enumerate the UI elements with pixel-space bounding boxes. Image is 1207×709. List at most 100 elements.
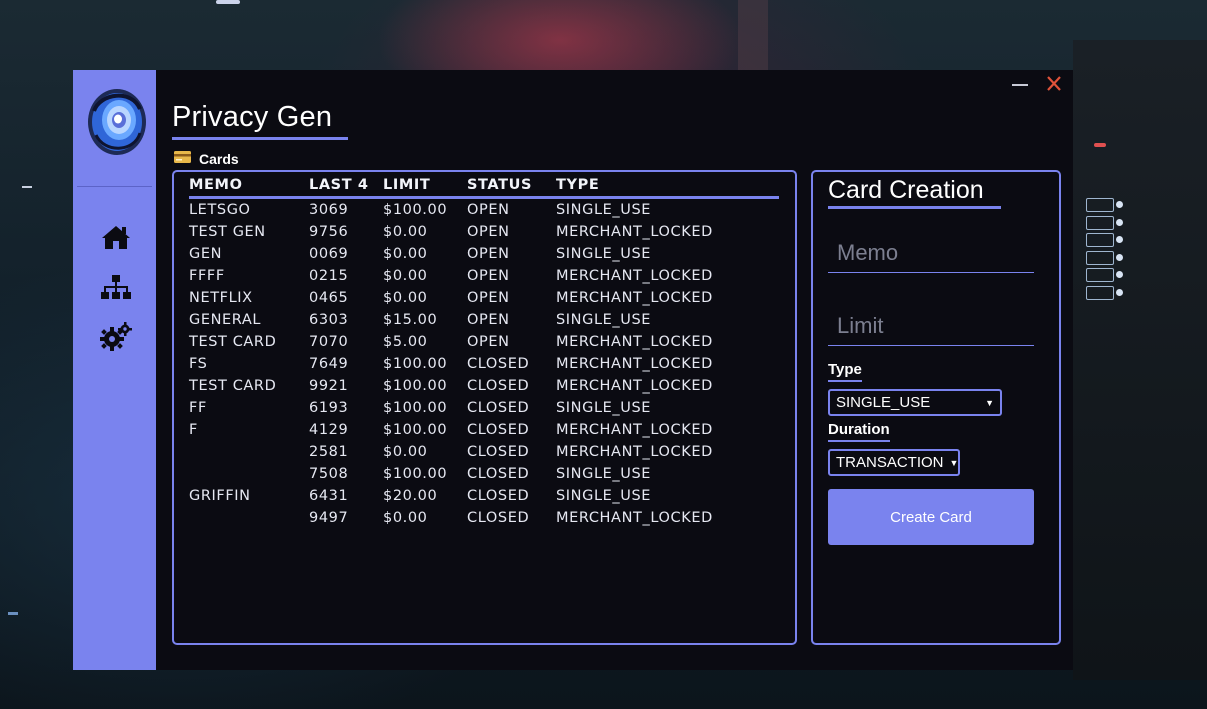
- table-row[interactable]: GRIFFIN 6431 $20.00 CLOSED SINGLE_USE: [189, 485, 779, 507]
- duration-select[interactable]: TRANSACTION ▼: [828, 449, 960, 476]
- cell-memo: NETFLIX: [189, 290, 253, 306]
- credit-card-icon: [174, 150, 191, 168]
- cell-type: MERCHANT_LOCKED: [556, 356, 713, 372]
- minimize-button[interactable]: [1011, 76, 1029, 92]
- cell-memo: TEST CARD: [189, 378, 277, 394]
- cell-status: OPEN: [467, 312, 510, 328]
- cell-last4: 7070: [309, 334, 349, 350]
- limit-input[interactable]: [828, 306, 1034, 346]
- cell-type: MERCHANT_LOCKED: [556, 334, 713, 350]
- nav-home[interactable]: [100, 224, 132, 254]
- cell-limit: $100.00: [383, 422, 448, 438]
- table-row[interactable]: TEST CARD 7070 $5.00 OPEN MERCHANT_LOCKED: [189, 331, 779, 353]
- nav-settings[interactable]: [100, 321, 132, 357]
- cell-type: MERCHANT_LOCKED: [556, 444, 713, 460]
- cell-type: MERCHANT_LOCKED: [556, 378, 713, 394]
- cell-status: CLOSED: [467, 422, 530, 438]
- table-row[interactable]: TEST CARD 9921 $100.00 CLOSED MERCHANT_LOCKE…: [189, 375, 779, 397]
- table-row[interactable]: FS 7649 $100.00 CLOSED MERCHANT_LOCKED: [189, 353, 779, 375]
- cell-last4: 3069: [309, 202, 349, 218]
- table-row[interactable]: GEN 0069 $0.00 OPEN SINGLE_USE: [189, 243, 779, 265]
- column-header-last4[interactable]: LAST 4: [309, 174, 383, 199]
- memo-input[interactable]: [828, 233, 1034, 273]
- column-header-status[interactable]: STATUS: [467, 174, 556, 199]
- minimize-icon: [1012, 84, 1028, 86]
- table-row[interactable]: 7508 $100.00 CLOSED SINGLE_USE: [189, 463, 779, 485]
- table-row[interactable]: 9497 $0.00 CLOSED MERCHANT_LOCKED: [189, 507, 779, 529]
- cell-memo: [189, 507, 309, 529]
- type-select-value: SINGLE_USE: [836, 394, 931, 411]
- cell-type: MERCHANT_LOCKED: [556, 268, 713, 284]
- table-row[interactable]: GENERAL 6303 $15.00 OPEN SINGLE_USE: [189, 309, 779, 331]
- cell-last4: 9921: [309, 378, 349, 394]
- cell-limit: $0.00: [383, 224, 428, 240]
- background-mark: [22, 186, 32, 188]
- cell-last4: 9756: [309, 224, 349, 240]
- duration-select-value: TRANSACTION: [836, 454, 944, 471]
- cell-last4: 2581: [309, 444, 349, 460]
- cell-status: OPEN: [467, 268, 510, 284]
- cell-memo: F: [189, 422, 198, 438]
- cell-last4: 0215: [309, 268, 349, 284]
- dropdown-arrow-icon: ▼: [949, 457, 959, 468]
- cell-limit: $100.00: [383, 356, 448, 372]
- column-header-limit[interactable]: LIMIT: [383, 174, 467, 199]
- cell-status: CLOSED: [467, 466, 530, 482]
- sitemap-icon: [100, 274, 132, 307]
- cell-type: MERCHANT_LOCKED: [556, 224, 713, 240]
- type-select[interactable]: SINGLE_USE ▼: [828, 389, 1002, 416]
- cell-memo: GEN: [189, 246, 223, 262]
- table-row[interactable]: F 4129 $100.00 CLOSED MERCHANT_LOCKED: [189, 419, 779, 441]
- app-logo: [86, 87, 148, 157]
- type-label: Type: [828, 361, 862, 382]
- cell-limit: $0.00: [383, 290, 428, 306]
- cell-status: CLOSED: [467, 356, 530, 372]
- cards-panel: MEMO LAST 4 LIMIT STATUS TYPE LETSGO 3069…: [172, 170, 797, 645]
- cards-table-body: LETSGO 3069 $100.00 OPEN SINGLE_USE TEST GEN 9…: [189, 198, 779, 530]
- cell-memo: FS: [189, 356, 208, 372]
- cell-limit: $5.00: [383, 334, 428, 350]
- cell-status: OPEN: [467, 202, 510, 218]
- cell-status: OPEN: [467, 334, 510, 350]
- title-underline: [172, 137, 348, 140]
- main-area: Privacy Gen Cards MEMO LAST 4 LIMIT STAT…: [156, 70, 1073, 670]
- cell-limit: $100.00: [383, 466, 448, 482]
- cell-last4: 6193: [309, 400, 349, 416]
- gears-icon: [100, 321, 132, 357]
- create-card-button[interactable]: Create Card: [828, 489, 1034, 545]
- dropdown-arrow-icon: ▼: [985, 397, 994, 408]
- table-row[interactable]: TEST GEN 9756 $0.00 OPEN MERCHANT_LOCKED: [189, 221, 779, 243]
- table-row[interactable]: LETSGO 3069 $100.00 OPEN SINGLE_USE: [189, 198, 779, 222]
- cell-last4: 0465: [309, 290, 349, 306]
- cell-memo: [189, 441, 309, 463]
- cell-last4: 4129: [309, 422, 349, 438]
- table-row[interactable]: NETFLIX 0465 $0.00 OPEN MERCHANT_LOCKED: [189, 287, 779, 309]
- cell-limit: $100.00: [383, 378, 448, 394]
- cell-last4: 6303: [309, 312, 349, 328]
- table-row[interactable]: FFFF 0215 $0.00 OPEN MERCHANT_LOCKED: [189, 265, 779, 287]
- cell-type: SINGLE_USE: [556, 400, 652, 416]
- cell-status: CLOSED: [467, 378, 530, 394]
- cell-status: CLOSED: [467, 510, 530, 526]
- app-window: Privacy Gen Cards MEMO LAST 4 LIMIT STAT…: [73, 70, 1073, 670]
- cell-memo: TEST CARD: [189, 334, 277, 350]
- close-icon: [1047, 76, 1061, 91]
- cell-type: SINGLE_USE: [556, 312, 652, 328]
- column-header-memo[interactable]: MEMO: [189, 174, 309, 199]
- table-header-row: MEMO LAST 4 LIMIT STATUS TYPE: [189, 174, 779, 199]
- table-row[interactable]: 2581 $0.00 CLOSED MERCHANT_LOCKED: [189, 441, 779, 463]
- cell-last4: 6431: [309, 488, 349, 504]
- close-button[interactable]: [1045, 76, 1063, 92]
- cell-status: OPEN: [467, 246, 510, 262]
- cell-limit: $100.00: [383, 400, 448, 416]
- cell-limit: $15.00: [383, 312, 438, 328]
- cell-type: SINGLE_USE: [556, 466, 652, 482]
- cell-type: MERCHANT_LOCKED: [556, 290, 713, 306]
- cell-limit: $0.00: [383, 268, 428, 284]
- cell-memo: LETSGO: [189, 202, 251, 218]
- nav-sitemap[interactable]: [100, 274, 132, 307]
- cards-label: Cards: [199, 151, 239, 167]
- column-header-type[interactable]: TYPE: [556, 174, 779, 199]
- cell-type: SINGLE_USE: [556, 202, 652, 218]
- table-row[interactable]: FF 6193 $100.00 CLOSED SINGLE_USE: [189, 397, 779, 419]
